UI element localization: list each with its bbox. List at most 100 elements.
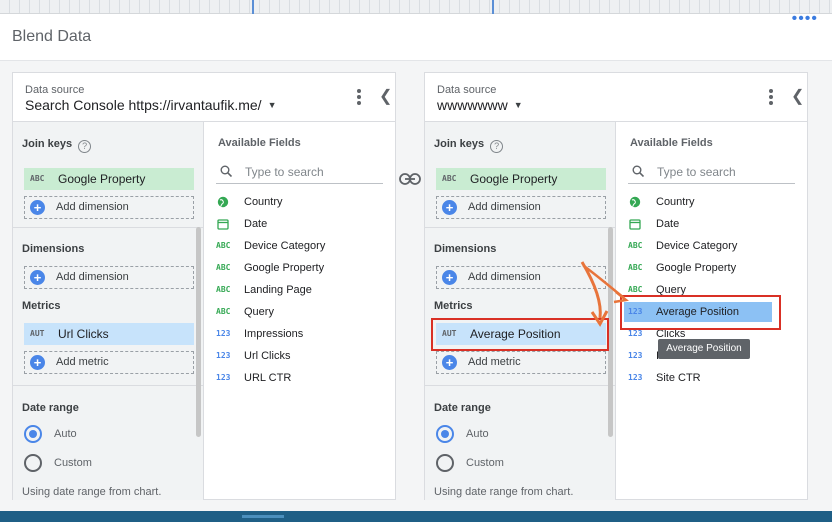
link-icon — [399, 173, 421, 185]
ruler-guide — [492, 0, 494, 14]
chevron-left-icon[interactable]: ❮ — [379, 89, 392, 105]
highlight-box-field — [620, 295, 781, 330]
number-type-icon: 123 — [628, 351, 643, 360]
field-item[interactable]: ABC Device Category — [628, 236, 737, 256]
field-label: Impressions — [244, 328, 304, 340]
add-circle-icon: + — [30, 200, 45, 215]
field-search[interactable]: Type to search — [628, 162, 795, 184]
field-item[interactable]: Date — [216, 214, 267, 234]
add-circle-icon: + — [442, 355, 457, 370]
field-item[interactable]: 123I — [628, 346, 659, 366]
data-source-name: wwwwwww — [437, 97, 508, 113]
field-label: Device Category — [244, 240, 326, 252]
available-fields-column: Available Fields Type to search Country D… — [204, 122, 395, 500]
radio-auto[interactable] — [24, 425, 42, 443]
add-join-dimension-button[interactable]: + Add dimension — [24, 196, 194, 219]
field-search[interactable]: Type to search — [216, 162, 383, 184]
scrollbar-thumb[interactable] — [196, 227, 201, 437]
field-item[interactable]: Country — [628, 192, 695, 212]
data-source-selector[interactable]: Search Console https://irvantaufik.me/ ▼ — [25, 97, 276, 113]
field-label: Landing Page — [244, 284, 312, 296]
field-label: Date — [244, 218, 268, 230]
chevron-left-icon[interactable]: ❮ — [791, 89, 804, 105]
add-dimension-button[interactable]: + Add dimension — [24, 266, 194, 289]
search-icon — [632, 165, 644, 177]
dropdown-caret-icon: ▼ — [267, 100, 277, 110]
configuration-column: Join keys? ABC Google Property + Add dimen… — [13, 122, 204, 500]
taskbar — [0, 511, 832, 522]
data-source-label: Data source — [437, 84, 497, 96]
search-input[interactable]: Type to search — [657, 165, 736, 179]
add-circle-icon: + — [30, 355, 45, 370]
add-metric-button[interactable]: + Add metric — [436, 351, 606, 374]
field-item[interactable]: 123 Site CTR — [628, 368, 701, 388]
background-report-ruler — [0, 0, 832, 14]
data-source-panel-1: Data source Search Console https://irvan… — [12, 72, 396, 500]
more-vert-icon[interactable] — [769, 89, 773, 107]
join-keys-label: Join keys — [22, 138, 73, 150]
number-type-icon: 123 — [216, 329, 231, 338]
field-item[interactable]: Date — [628, 214, 679, 234]
metrics-heading: Metrics — [22, 300, 61, 312]
data-source-header: Data source Search Console https://irvan… — [13, 73, 395, 122]
add-dimension-label: Add dimension — [56, 201, 129, 213]
metric-chip[interactable]: AUT Url Clicks — [24, 323, 194, 345]
add-metric-button[interactable]: + Add metric — [24, 351, 194, 374]
data-source-name: Search Console https://irvantaufik.me/ — [25, 97, 262, 113]
more-horiz-icon[interactable]: •••• — [792, 11, 818, 27]
text-type-icon: ABC — [442, 174, 457, 183]
search-icon — [220, 165, 232, 177]
join-key-label: Google Property — [58, 172, 146, 186]
available-fields-heading: Available Fields — [218, 137, 301, 149]
field-item[interactable]: 123 Impressions — [216, 324, 303, 344]
join-key-chip[interactable]: ABC Google Property — [436, 168, 606, 190]
dropdown-caret-icon: ▼ — [513, 100, 523, 110]
more-vert-icon[interactable] — [357, 89, 361, 107]
radio-auto[interactable] — [436, 425, 454, 443]
radio-custom[interactable] — [436, 454, 454, 472]
field-item[interactable]: Country — [216, 192, 283, 212]
radio-auto-label: Auto — [54, 428, 77, 440]
field-label: Date — [656, 218, 680, 230]
available-fields-heading: Available Fields — [630, 137, 713, 149]
field-item[interactable]: ABC Device Category — [216, 236, 325, 256]
radio-custom-label: Custom — [54, 457, 92, 469]
radio-custom-label: Custom — [466, 457, 504, 469]
search-input[interactable]: Type to search — [245, 165, 324, 179]
field-item[interactable]: 123 Url Clicks — [216, 346, 290, 366]
field-label: URL CTR — [244, 372, 292, 384]
field-label: Google Property — [656, 262, 737, 274]
taskbar-item[interactable] — [242, 515, 284, 518]
field-label: Google Property — [244, 262, 325, 274]
join-keys-label: Join keys — [434, 138, 485, 150]
field-label: Country — [656, 196, 695, 208]
text-type-icon: ABC — [216, 241, 231, 250]
field-tooltip: Average Position — [658, 339, 750, 359]
field-label: Query — [244, 306, 274, 318]
data-source-label: Data source — [25, 84, 85, 96]
drag-arrow-icon — [580, 261, 629, 327]
field-item[interactable]: ABC Landing Page — [216, 280, 312, 300]
calendar-icon — [629, 219, 641, 230]
join-key-chip[interactable]: ABC Google Property — [24, 168, 194, 190]
text-type-icon: ABC — [216, 285, 231, 294]
ruler-guide — [252, 0, 254, 14]
radio-custom[interactable] — [24, 454, 42, 472]
help-circle-icon[interactable]: ? — [490, 140, 504, 153]
add-circle-icon: + — [442, 200, 457, 215]
help-circle-icon[interactable]: ? — [78, 140, 92, 153]
data-source-selector[interactable]: wwwwwww ▼ — [437, 97, 523, 113]
field-label: Country — [244, 196, 283, 208]
field-item[interactable]: ABC Google Property — [216, 258, 324, 278]
add-join-dimension-button[interactable]: + Add dimension — [436, 196, 606, 219]
date-range-heading: Date range — [434, 402, 491, 414]
dialog-title: Blend Data — [12, 28, 92, 45]
field-item[interactable]: 123 URL CTR — [216, 368, 291, 388]
auto-type-icon: AUT — [30, 329, 45, 338]
field-item[interactable]: ABC Google Property — [628, 258, 736, 278]
dimensions-heading: Dimensions — [434, 243, 497, 255]
field-item[interactable]: ABC Query — [216, 302, 274, 322]
metrics-heading: Metrics — [434, 300, 473, 312]
section-divider — [425, 227, 615, 228]
data-source-header: Data source wwwwwww ▼ ❮ — [425, 73, 807, 122]
